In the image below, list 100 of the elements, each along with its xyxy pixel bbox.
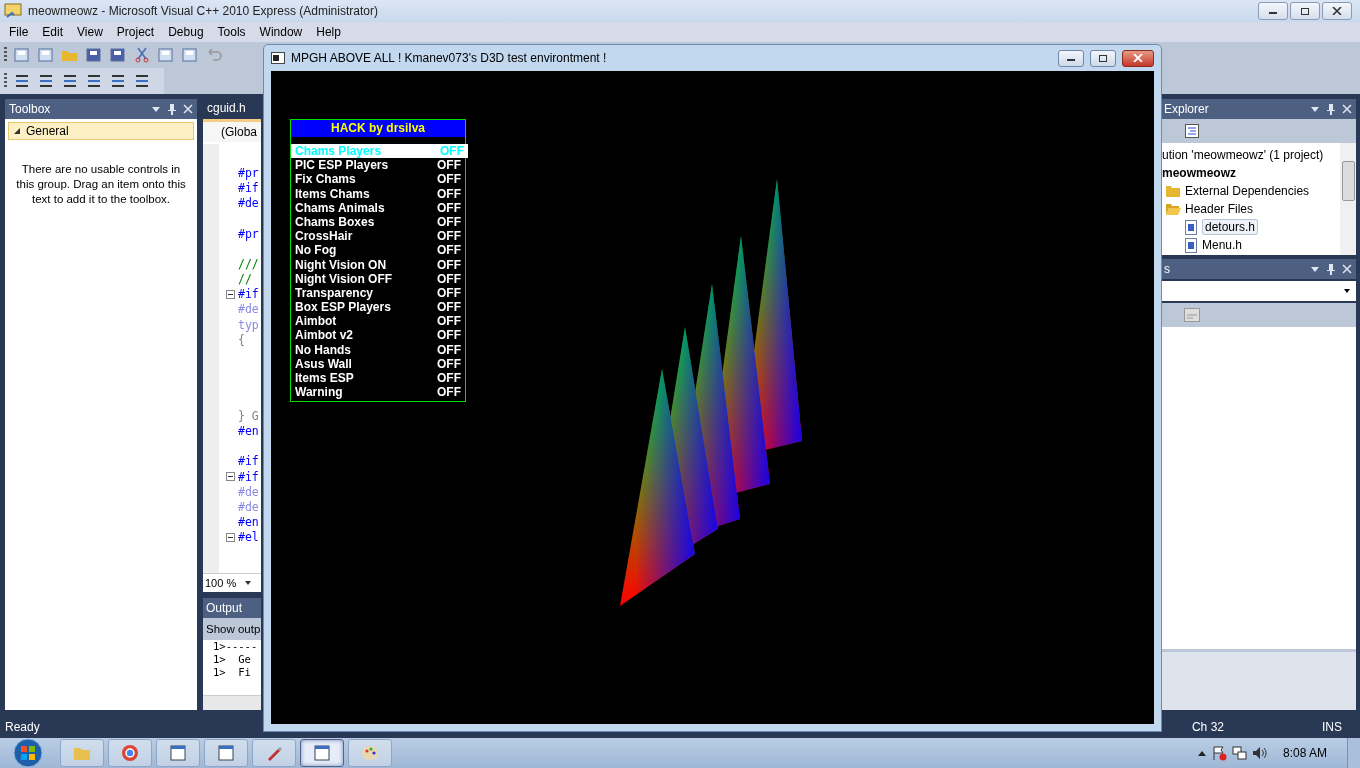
option-label: Night Vision ON — [295, 257, 387, 272]
menu-item[interactable]: Edit — [35, 25, 71, 39]
show-hidden-icons-icon[interactable] — [1196, 749, 1207, 757]
vertical-scrollbar[interactable] — [1340, 143, 1356, 255]
collapse-icon[interactable] — [226, 289, 235, 299]
menu-option[interactable]: PIC ESP Players OFF — [291, 158, 465, 173]
menu-option[interactable]: No Fog OFF — [291, 243, 465, 258]
panel-title: Output — [203, 598, 261, 618]
close-button[interactable] — [1122, 49, 1154, 67]
option-value: OFF — [437, 385, 461, 400]
group-label: General — [26, 124, 69, 138]
save-icon[interactable] — [85, 47, 103, 63]
code-text: #if — [238, 469, 259, 484]
menu-item[interactable]: Tools — [210, 25, 253, 39]
menu-option[interactable]: Box ESP Players OFF — [291, 300, 465, 315]
menu-option[interactable]: Fix Chams OFF — [291, 172, 465, 187]
menu-item[interactable]: Help — [309, 25, 348, 39]
menu-item[interactable]: Debug — [161, 25, 211, 39]
close-icon[interactable] — [1342, 104, 1352, 114]
menu-title: HACK by drsilva — [291, 120, 465, 137]
taskbar-button[interactable] — [156, 739, 200, 767]
code-text: #pr — [238, 226, 259, 241]
menu-option[interactable]: Chams Boxes OFF — [291, 214, 465, 230]
menu-option[interactable]: Night Vision ON OFF — [291, 257, 465, 272]
dropdown-arrow-icon[interactable] — [244, 580, 253, 586]
code-text: #de — [238, 196, 259, 211]
menu-item[interactable]: Window — [252, 25, 310, 39]
maximize-button[interactable] — [1090, 49, 1116, 67]
menu-item[interactable]: File — [2, 25, 36, 39]
option-value: OFF — [437, 371, 461, 386]
network-icon[interactable] — [1230, 745, 1247, 761]
pin-icon[interactable] — [1326, 103, 1336, 115]
cut-icon[interactable] — [133, 47, 151, 63]
output-line: 1> Ge — [213, 653, 252, 666]
option-label: Aimbot v2 — [295, 328, 353, 343]
pin-icon[interactable] — [167, 103, 177, 115]
option-value: OFF — [437, 300, 461, 315]
volume-icon[interactable] — [1250, 745, 1267, 761]
taskbar-button[interactable] — [252, 739, 296, 767]
menu-item[interactable]: Project — [109, 25, 162, 39]
scope-dropdown[interactable]: (Globa — [203, 122, 261, 142]
code-text: #de — [238, 484, 259, 499]
option-label: Items Chams — [295, 186, 370, 201]
flag-icon[interactable] — [1210, 745, 1227, 761]
expanded-arrow-icon — [13, 127, 21, 135]
tree-item[interactable]: External Dependencies — [1185, 184, 1310, 198]
code-text: #en — [238, 515, 259, 530]
taskbar-button[interactable] — [108, 739, 152, 767]
list-icon[interactable] — [13, 73, 31, 89]
option-value: OFF — [437, 229, 461, 244]
menu-option[interactable]: Night Vision OFF OFF — [291, 271, 465, 286]
horizontal-scrollbar[interactable] — [203, 695, 261, 710]
taskbar-button[interactable] — [204, 739, 248, 767]
collapse-icon[interactable] — [226, 532, 235, 542]
taskbar-button[interactable] — [300, 739, 344, 767]
menu-option[interactable]: No Hands OFF — [291, 342, 465, 357]
maximize-button[interactable] — [1290, 2, 1320, 20]
code-text: // — [238, 272, 252, 287]
option-value: OFF — [437, 200, 461, 215]
properties-icon[interactable] — [1184, 123, 1200, 139]
menu-option[interactable]: CrossHair OFF — [291, 229, 465, 244]
menu-option[interactable]: Asus Wall OFF — [291, 356, 465, 371]
option-value: OFF — [437, 356, 461, 371]
insert-mode: INS — [1322, 719, 1342, 734]
menu-option[interactable]: Aimbot v2 OFF — [291, 328, 465, 343]
toolbar-grip[interactable] — [4, 47, 7, 63]
close-icon — [1133, 54, 1143, 62]
window-icon — [312, 743, 332, 763]
option-label: Chams Animals — [295, 200, 385, 215]
option-value: OFF — [437, 314, 461, 329]
menu-option[interactable]: Chams Animals OFF — [291, 200, 465, 215]
tree-item[interactable]: Menu.h — [1202, 238, 1243, 252]
menu-option[interactable]: Aimbot OFF — [291, 314, 465, 329]
zoom-dropdown[interactable]: 100 % — [205, 577, 237, 589]
menu-option[interactable]: Items Chams OFF — [291, 186, 465, 201]
close-button[interactable] — [1322, 2, 1352, 20]
tree-item[interactable]: meowmeowz — [1162, 166, 1236, 180]
option-label: PIC ESP Players — [295, 158, 389, 173]
menu-option[interactable]: Transparency OFF — [291, 285, 465, 301]
minimize-button[interactable] — [1058, 49, 1084, 67]
collapse-icon[interactable] — [226, 472, 235, 482]
document-tab[interactable]: cguid.h — [203, 99, 261, 119]
menu-option[interactable]: Warning OFF — [291, 385, 465, 400]
menu-item[interactable]: View — [70, 25, 110, 39]
toolbox-group[interactable]: General — [8, 122, 194, 140]
maximize-icon — [1098, 54, 1108, 62]
tree-item[interactable]: ution 'meowmeowz' (1 project) — [1162, 148, 1324, 162]
minimize-button[interactable] — [1258, 2, 1288, 20]
tree-item[interactable]: detours.h — [1202, 219, 1259, 235]
tree-item[interactable]: Header Files — [1185, 202, 1254, 216]
close-icon[interactable] — [183, 104, 193, 114]
output-source-label: Show outp — [203, 618, 261, 640]
option-value: OFF — [437, 285, 461, 301]
clock[interactable]: 8:08 AM — [1282, 746, 1327, 760]
menu-option[interactable]: Items ESP OFF — [291, 371, 465, 386]
save-all-icon[interactable] — [109, 47, 127, 63]
dropdown-arrow-icon[interactable] — [1343, 288, 1351, 294]
pin-icon[interactable] — [1326, 263, 1336, 275]
close-icon[interactable] — [1342, 264, 1352, 274]
toolbar-grip[interactable] — [4, 73, 7, 89]
